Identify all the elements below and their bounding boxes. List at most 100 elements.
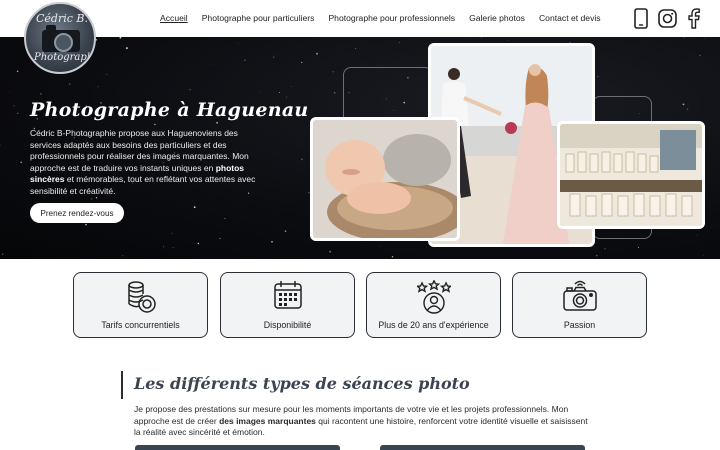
feature-card-prices: Tarifs concurrentiels — [73, 272, 208, 338]
facebook-icon[interactable] — [687, 8, 700, 29]
star — [597, 76, 599, 78]
logo-line-1: Cédric B. — [36, 12, 88, 25]
star — [90, 197, 93, 200]
feature-card-experience: Plus de 20 ans d'expérience — [366, 272, 501, 338]
next-card-edge-left — [135, 445, 340, 450]
camera-icon — [562, 280, 597, 317]
star — [197, 242, 200, 245]
star — [595, 254, 598, 257]
star — [301, 158, 303, 160]
nav-galerie[interactable]: Galerie photos — [469, 13, 525, 23]
star — [398, 41, 400, 43]
site-logo[interactable]: Cédric B. Photographie — [24, 2, 96, 74]
star — [259, 92, 260, 93]
site-header: Accueil Photographe pour particuliers Ph… — [0, 0, 720, 37]
section-description: Je propose des prestations sur mesure po… — [134, 404, 588, 438]
feature-label: Plus de 20 ans d'expérience — [378, 320, 489, 330]
social-links — [634, 8, 700, 29]
star — [481, 37, 483, 38]
star — [106, 73, 108, 75]
star — [284, 230, 287, 232]
main-nav: Accueil Photographe pour particuliers Ph… — [160, 13, 615, 23]
star — [507, 39, 508, 41]
star — [119, 37, 122, 39]
star — [16, 70, 19, 73]
star — [279, 91, 280, 93]
star — [273, 56, 275, 58]
star — [219, 237, 221, 240]
star — [40, 93, 42, 95]
star — [20, 161, 22, 163]
star — [687, 108, 689, 110]
nav-accueil[interactable]: Accueil — [160, 13, 188, 23]
star — [224, 217, 226, 219]
star — [17, 112, 19, 115]
hero-banner: Photographe à Haguenau Cédric B-Photogra… — [0, 37, 720, 259]
star — [308, 241, 310, 242]
star — [237, 42, 239, 44]
star — [637, 246, 640, 249]
star — [216, 121, 219, 124]
star — [301, 61, 303, 64]
appointment-button[interactable]: Prenez rendez-vous — [30, 203, 124, 223]
star — [0, 144, 1, 146]
star — [193, 206, 196, 209]
star — [290, 86, 293, 88]
star — [9, 91, 10, 92]
star — [13, 105, 15, 107]
star — [391, 256, 394, 258]
instagram-icon[interactable] — [658, 9, 677, 28]
star — [701, 76, 702, 77]
calendar-icon — [273, 280, 303, 315]
star — [2, 253, 4, 255]
star — [244, 59, 246, 62]
section-title: Les différents types de séances photo — [134, 374, 470, 393]
star — [316, 52, 318, 55]
newborn-photo — [310, 117, 460, 241]
star — [683, 37, 685, 38]
coins-icon — [125, 280, 157, 319]
star — [355, 48, 357, 50]
star — [210, 64, 212, 65]
next-card-edge-right — [380, 445, 585, 450]
feature-card-availability: Disponibilité — [220, 272, 355, 338]
star — [68, 83, 71, 85]
feature-label: Tarifs concurrentiels — [101, 320, 180, 330]
logo-camera-icon — [42, 25, 80, 52]
feature-label: Disponibilité — [263, 320, 312, 330]
star — [163, 246, 165, 248]
star — [121, 45, 122, 46]
star — [171, 232, 173, 234]
buffet-event-photo — [557, 121, 705, 229]
hero-title: Photographe à Haguenau — [30, 99, 309, 121]
star — [271, 241, 273, 243]
star — [329, 250, 332, 253]
star — [172, 247, 174, 248]
nav-particuliers[interactable]: Photographe pour particuliers — [202, 13, 315, 23]
star — [55, 232, 56, 233]
star — [332, 71, 334, 73]
hero-description: Cédric B-Photographie propose aux Haguen… — [30, 128, 256, 196]
star — [189, 88, 191, 91]
star — [122, 255, 124, 257]
star — [703, 254, 704, 256]
star — [696, 234, 698, 236]
star — [285, 96, 288, 98]
star — [85, 223, 87, 226]
star — [154, 123, 156, 126]
star — [333, 91, 336, 94]
nav-contact[interactable]: Contact et devis — [539, 13, 601, 23]
star — [704, 37, 706, 39]
experience-stars-icon — [415, 279, 452, 319]
star — [379, 246, 381, 247]
logo-line-2: Photographie — [34, 52, 96, 63]
star — [699, 54, 702, 57]
star — [125, 47, 128, 50]
star — [604, 248, 606, 250]
feature-card-passion: Passion — [512, 272, 647, 338]
star — [97, 86, 99, 88]
phone-icon[interactable] — [634, 8, 648, 29]
star — [682, 103, 685, 106]
nav-professionnels[interactable]: Photographe pour professionnels — [328, 13, 455, 23]
feature-label: Passion — [563, 320, 596, 330]
